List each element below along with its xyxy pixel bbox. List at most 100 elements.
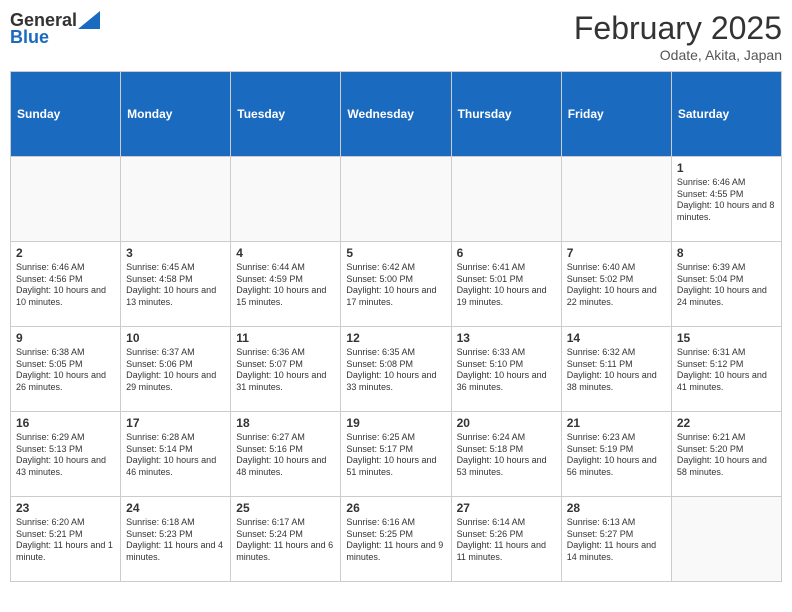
col-saturday: Saturday xyxy=(671,72,781,157)
col-sunday: Sunday xyxy=(11,72,121,157)
day-content: Sunrise: 6:24 AM Sunset: 5:18 PM Dayligh… xyxy=(457,432,556,479)
table-row: 12 Sunrise: 6:35 AM Sunset: 5:08 PM Dayli… xyxy=(341,327,451,412)
table-row xyxy=(11,157,121,242)
day-content: Sunrise: 6:42 AM Sunset: 5:00 PM Dayligh… xyxy=(346,262,445,309)
day-content: Sunrise: 6:25 AM Sunset: 5:17 PM Dayligh… xyxy=(346,432,445,479)
day-number: 3 xyxy=(126,246,225,260)
day-content: Sunrise: 6:29 AM Sunset: 5:13 PM Dayligh… xyxy=(16,432,115,479)
table-row xyxy=(561,157,671,242)
calendar-week-4: 23Sunrise: 6:20 AM Sunset: 5:21 PM Dayli… xyxy=(11,497,782,582)
logo: General Blue xyxy=(10,10,100,48)
day-number: 18 xyxy=(236,416,335,430)
day-number: 20 xyxy=(457,416,556,430)
table-row: 21 Sunrise: 6:23 AM Sunset: 5:19 PM Dayli… xyxy=(561,412,671,497)
col-thursday: Thursday xyxy=(451,72,561,157)
day-content: Sunrise: 6:46 AM Sunset: 4:55 PM Dayligh… xyxy=(677,177,776,224)
day-number: 5 xyxy=(346,246,445,260)
day-number: 21 xyxy=(567,416,666,430)
day-number: 12 xyxy=(346,331,445,345)
table-row: 18 Sunrise: 6:27 AM Sunset: 5:16 PM Dayli… xyxy=(231,412,341,497)
header: General Blue February 2025 Odate, Akita,… xyxy=(10,10,782,63)
day-content: Sunrise: 6:45 AM Sunset: 4:58 PM Dayligh… xyxy=(126,262,225,309)
table-row: 6 Sunrise: 6:41 AM Sunset: 5:01 PM Daylig… xyxy=(451,242,561,327)
table-row: 20 Sunrise: 6:24 AM Sunset: 5:18 PM Dayli… xyxy=(451,412,561,497)
table-row: 14 Sunrise: 6:32 AM Sunset: 5:11 PM Dayli… xyxy=(561,327,671,412)
table-row: 8 Sunrise: 6:39 AM Sunset: 5:04 PM Daylig… xyxy=(671,242,781,327)
table-row: 19 Sunrise: 6:25 AM Sunset: 5:17 PM Dayli… xyxy=(341,412,451,497)
day-number: 26 xyxy=(346,501,445,515)
day-number: 2 xyxy=(16,246,115,260)
day-number: 14 xyxy=(567,331,666,345)
table-row: 28 Sunrise: 6:13 AM Sunset: 5:27 PM Dayli… xyxy=(561,497,671,582)
table-row: 3 Sunrise: 6:45 AM Sunset: 4:58 PM Daylig… xyxy=(121,242,231,327)
day-content: Sunrise: 6:32 AM Sunset: 5:11 PM Dayligh… xyxy=(567,347,666,394)
table-row: 23Sunrise: 6:20 AM Sunset: 5:21 PM Dayli… xyxy=(11,497,121,582)
day-content: Sunrise: 6:36 AM Sunset: 5:07 PM Dayligh… xyxy=(236,347,335,394)
day-content: Sunrise: 6:13 AM Sunset: 5:27 PM Dayligh… xyxy=(567,517,666,564)
day-number: 9 xyxy=(16,331,115,345)
table-row xyxy=(121,157,231,242)
table-row: 10 Sunrise: 6:37 AM Sunset: 5:06 PM Dayli… xyxy=(121,327,231,412)
day-number: 19 xyxy=(346,416,445,430)
day-content: Sunrise: 6:18 AM Sunset: 5:23 PM Dayligh… xyxy=(126,517,225,564)
location: Odate, Akita, Japan xyxy=(574,47,782,63)
day-content: Sunrise: 6:14 AM Sunset: 5:26 PM Dayligh… xyxy=(457,517,556,564)
month-title: February 2025 xyxy=(574,10,782,47)
calendar-week-2: 9Sunrise: 6:38 AM Sunset: 5:05 PM Daylig… xyxy=(11,327,782,412)
title-section: February 2025 Odate, Akita, Japan xyxy=(574,10,782,63)
page: General Blue February 2025 Odate, Akita,… xyxy=(0,0,792,612)
day-number: 17 xyxy=(126,416,225,430)
day-number: 11 xyxy=(236,331,335,345)
calendar: Sunday Monday Tuesday Wednesday Thursday… xyxy=(10,71,782,582)
day-content: Sunrise: 6:37 AM Sunset: 5:06 PM Dayligh… xyxy=(126,347,225,394)
day-number: 22 xyxy=(677,416,776,430)
table-row: 27 Sunrise: 6:14 AM Sunset: 5:26 PM Dayli… xyxy=(451,497,561,582)
table-row: 22 Sunrise: 6:21 AM Sunset: 5:20 PM Dayli… xyxy=(671,412,781,497)
day-content: Sunrise: 6:44 AM Sunset: 4:59 PM Dayligh… xyxy=(236,262,335,309)
col-tuesday: Tuesday xyxy=(231,72,341,157)
table-row: 4 Sunrise: 6:44 AM Sunset: 4:59 PM Daylig… xyxy=(231,242,341,327)
day-content: Sunrise: 6:39 AM Sunset: 5:04 PM Dayligh… xyxy=(677,262,776,309)
day-content: Sunrise: 6:21 AM Sunset: 5:20 PM Dayligh… xyxy=(677,432,776,479)
day-number: 28 xyxy=(567,501,666,515)
day-content: Sunrise: 6:27 AM Sunset: 5:16 PM Dayligh… xyxy=(236,432,335,479)
table-row: 17 Sunrise: 6:28 AM Sunset: 5:14 PM Dayli… xyxy=(121,412,231,497)
col-wednesday: Wednesday xyxy=(341,72,451,157)
day-number: 24 xyxy=(126,501,225,515)
day-content: Sunrise: 6:46 AM Sunset: 4:56 PM Dayligh… xyxy=(16,262,115,309)
table-row: 5 Sunrise: 6:42 AM Sunset: 5:00 PM Daylig… xyxy=(341,242,451,327)
day-content: Sunrise: 6:41 AM Sunset: 5:01 PM Dayligh… xyxy=(457,262,556,309)
day-number: 13 xyxy=(457,331,556,345)
day-number: 27 xyxy=(457,501,556,515)
day-number: 23 xyxy=(16,501,115,515)
day-number: 7 xyxy=(567,246,666,260)
day-number: 10 xyxy=(126,331,225,345)
table-row: 24 Sunrise: 6:18 AM Sunset: 5:23 PM Dayli… xyxy=(121,497,231,582)
day-number: 4 xyxy=(236,246,335,260)
day-content: Sunrise: 6:40 AM Sunset: 5:02 PM Dayligh… xyxy=(567,262,666,309)
logo-icon xyxy=(78,11,100,29)
table-row: 9Sunrise: 6:38 AM Sunset: 5:05 PM Daylig… xyxy=(11,327,121,412)
logo-blue: Blue xyxy=(10,27,49,48)
calendar-week-1: 2 Sunrise: 6:46 AM Sunset: 4:56 PM Daylig… xyxy=(11,242,782,327)
col-friday: Friday xyxy=(561,72,671,157)
day-content: Sunrise: 6:16 AM Sunset: 5:25 PM Dayligh… xyxy=(346,517,445,564)
day-content: Sunrise: 6:23 AM Sunset: 5:19 PM Dayligh… xyxy=(567,432,666,479)
table-row: 15Sunrise: 6:31 AM Sunset: 5:12 PM Dayli… xyxy=(671,327,781,412)
day-number: 16 xyxy=(16,416,115,430)
table-row: 16 Sunrise: 6:29 AM Sunset: 5:13 PM Dayli… xyxy=(11,412,121,497)
day-content: Sunrise: 6:17 AM Sunset: 5:24 PM Dayligh… xyxy=(236,517,335,564)
day-content: Sunrise: 6:35 AM Sunset: 5:08 PM Dayligh… xyxy=(346,347,445,394)
day-number: 1 xyxy=(677,161,776,175)
table-row: 26 Sunrise: 6:16 AM Sunset: 5:25 PM Dayli… xyxy=(341,497,451,582)
table-row: 25 Sunrise: 6:17 AM Sunset: 5:24 PM Dayli… xyxy=(231,497,341,582)
day-number: 6 xyxy=(457,246,556,260)
calendar-week-0: 1 Sunrise: 6:46 AM Sunset: 4:55 PM Daylig… xyxy=(11,157,782,242)
table-row xyxy=(341,157,451,242)
day-number: 8 xyxy=(677,246,776,260)
day-content: Sunrise: 6:28 AM Sunset: 5:14 PM Dayligh… xyxy=(126,432,225,479)
table-row: 1 Sunrise: 6:46 AM Sunset: 4:55 PM Daylig… xyxy=(671,157,781,242)
col-monday: Monday xyxy=(121,72,231,157)
table-row: 11 Sunrise: 6:36 AM Sunset: 5:07 PM Dayli… xyxy=(231,327,341,412)
day-number: 25 xyxy=(236,501,335,515)
